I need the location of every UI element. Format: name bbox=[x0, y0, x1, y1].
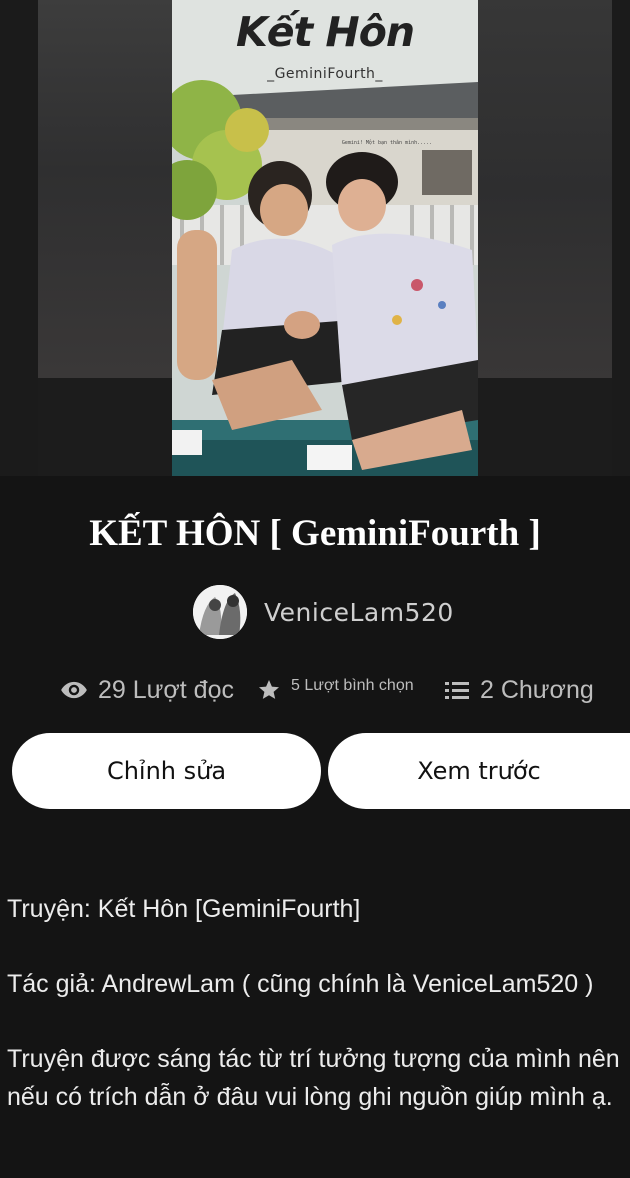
author-name[interactable]: VeniceLam520 bbox=[264, 598, 454, 627]
previous-cover-preview[interactable] bbox=[38, 0, 172, 378]
edit-button[interactable]: Chỉnh sửa bbox=[12, 733, 321, 809]
cover-title-text: Kết Hôn bbox=[235, 8, 415, 56]
chapters-count: 2 Chương bbox=[480, 675, 594, 704]
cover-carousel[interactable]: Kết Hôn _GeminiFourth_ Gemini! Một bạn t… bbox=[0, 0, 630, 476]
carousel-edge-left bbox=[0, 0, 38, 476]
description-body: Truyện được sáng tác từ trí tưởng tượng … bbox=[7, 1045, 620, 1111]
reads-stat: 29 Lượt đọc bbox=[60, 670, 234, 710]
story-cover-image[interactable]: Kết Hôn _GeminiFourth_ Gemini! Một bạn t… bbox=[172, 0, 478, 476]
description-author-line: Tác giả: AndrewLam ( cũng chính là Venic… bbox=[7, 970, 594, 998]
next-cover-preview[interactable] bbox=[478, 0, 612, 378]
reads-count: 29 Lượt đọc bbox=[98, 675, 234, 704]
author-avatar[interactable] bbox=[193, 585, 247, 639]
cover-author-text: _GeminiFourth_ bbox=[267, 66, 383, 82]
eye-icon bbox=[61, 681, 87, 699]
carousel-edge-right bbox=[612, 0, 630, 476]
chapters-stat[interactable]: 2 Chương bbox=[444, 670, 594, 710]
votes-count: 5 Lượt bình chọn bbox=[291, 677, 414, 694]
description-story-line: Truyện: Kết Hôn [GeminiFourth] bbox=[7, 895, 361, 923]
author-link[interactable]: VeniceLam520 bbox=[193, 585, 454, 639]
votes-stat: 5 Lượt bình chọn bbox=[257, 670, 414, 710]
avatar-image bbox=[193, 585, 247, 639]
preview-button[interactable]: Xem trước bbox=[328, 733, 630, 809]
cover-caption-text: Gemini! Một bạn thân mình..... bbox=[341, 140, 433, 146]
star-icon bbox=[259, 680, 279, 699]
list-icon bbox=[445, 682, 469, 699]
story-title: KẾT HÔN [ GeminiFourth ] bbox=[89, 513, 541, 554]
